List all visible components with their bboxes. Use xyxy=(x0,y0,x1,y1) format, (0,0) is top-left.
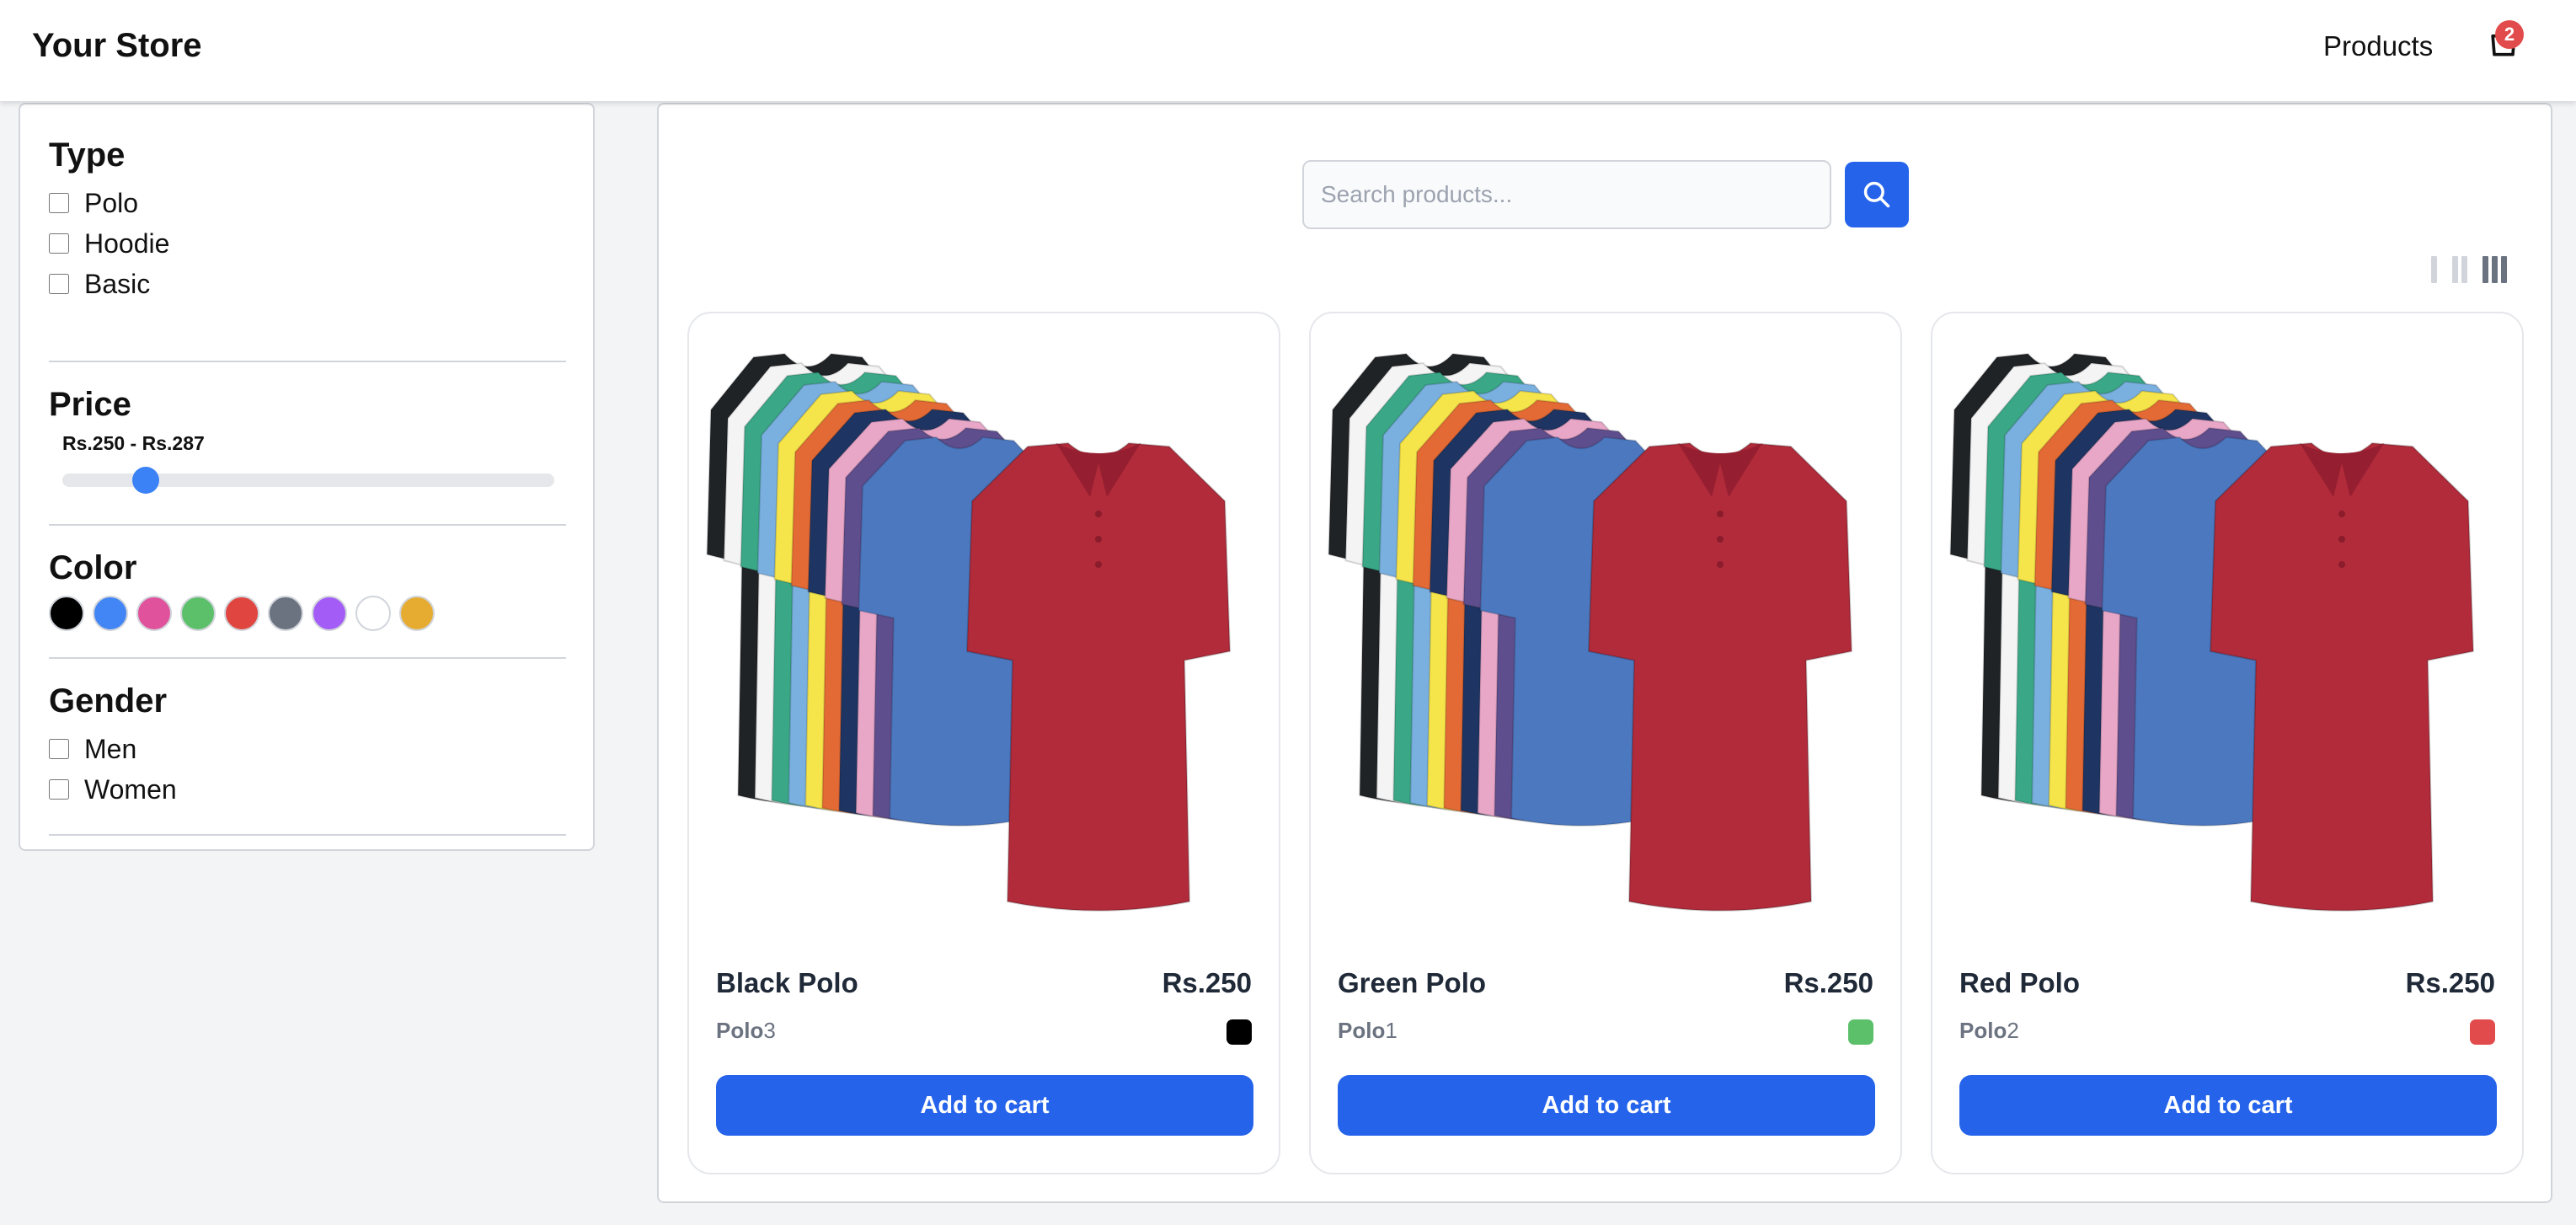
type-option-basic[interactable]: Basic xyxy=(49,264,566,304)
product-price: Rs.250 xyxy=(2405,967,2495,998)
search-button[interactable] xyxy=(1845,162,1909,227)
product-sku: Polo1 xyxy=(1338,1018,1398,1044)
nav-products-link[interactable]: Products xyxy=(2323,30,2433,62)
filter-sidebar: Type Polo Hoodie Basic Price Rs.250 - Rs… xyxy=(19,103,595,851)
top-navbar: Your Store Products 2 xyxy=(0,0,2576,101)
product-sku-number: 1 xyxy=(1385,1018,1398,1043)
type-basic-checkbox[interactable] xyxy=(49,274,69,294)
price-slider-thumb[interactable] xyxy=(132,467,160,494)
type-polo-checkbox[interactable] xyxy=(49,193,69,213)
type-option-polo[interactable]: Polo xyxy=(49,183,566,223)
polo-button-shape xyxy=(2338,536,2345,543)
price-filter-title: Price xyxy=(49,386,131,423)
search-input[interactable] xyxy=(1302,160,1831,229)
product-card: Red Polo Rs.250 Polo2 Add to cart xyxy=(1931,312,2524,1174)
polo-button-shape xyxy=(2338,511,2345,517)
product-color-dot xyxy=(1227,1019,1252,1045)
type-filter: Type Polo Hoodie Basic xyxy=(49,136,566,362)
gender-women-checkbox[interactable] xyxy=(49,779,69,800)
product-price: Rs.250 xyxy=(1162,967,1252,998)
color-swatch[interactable] xyxy=(49,596,84,631)
product-card: Black Polo Rs.250 Polo3 Add to cart xyxy=(687,312,1280,1174)
product-sku-number: 2 xyxy=(2007,1018,2019,1043)
search-icon xyxy=(1863,181,1890,208)
product-type: Polo xyxy=(716,1018,764,1043)
color-swatch[interactable] xyxy=(355,596,391,631)
store-brand[interactable]: Your Store xyxy=(32,27,202,65)
color-swatch[interactable] xyxy=(93,596,128,631)
product-sku: Polo3 xyxy=(716,1018,776,1044)
color-filter: Color xyxy=(49,526,566,659)
color-swatch[interactable] xyxy=(136,596,172,631)
product-color-dot xyxy=(1848,1019,1873,1045)
polo-button-shape xyxy=(2338,561,2345,568)
price-range-label: Rs.250 - Rs.287 xyxy=(62,432,205,454)
product-type: Polo xyxy=(1338,1018,1386,1043)
polo-button-shape xyxy=(1717,511,1724,517)
product-type: Polo xyxy=(1959,1018,2007,1043)
price-slider[interactable] xyxy=(62,467,554,494)
product-sku: Polo2 xyxy=(1959,1018,2019,1044)
color-swatch[interactable] xyxy=(312,596,347,631)
polo-button-shape xyxy=(1095,561,1102,568)
add-to-cart-button[interactable]: Add to cart xyxy=(1338,1075,1875,1136)
gender-women-label: Women xyxy=(84,773,177,805)
polo-button-shape xyxy=(1095,511,1102,517)
product-name[interactable]: Green Polo xyxy=(1338,967,1486,999)
type-hoodie-checkbox[interactable] xyxy=(49,233,69,254)
product-color-dot xyxy=(2470,1019,2495,1045)
color-swatch[interactable] xyxy=(180,596,216,631)
product-card: Green Polo Rs.250 Polo1 Add to cart xyxy=(1309,312,1902,1174)
add-to-cart-button[interactable]: Add to cart xyxy=(716,1075,1253,1136)
gender-option-men[interactable]: Men xyxy=(49,729,566,769)
product-name[interactable]: Red Polo xyxy=(1959,967,2080,999)
gender-men-label: Men xyxy=(84,733,137,764)
product-image[interactable] xyxy=(1946,347,2509,912)
polo-button-shape xyxy=(1717,536,1724,543)
type-filter-title: Type xyxy=(49,136,126,174)
gender-option-women[interactable]: Women xyxy=(49,769,566,810)
product-name[interactable]: Black Polo xyxy=(716,967,858,999)
color-swatch[interactable] xyxy=(224,596,259,631)
polo-button-shape xyxy=(1095,536,1102,543)
grid-2-columns-icon[interactable] xyxy=(2452,256,2467,283)
add-to-cart-button[interactable]: Add to cart xyxy=(1959,1075,2497,1136)
polo-button-shape xyxy=(1717,561,1724,568)
grid-3-columns-icon[interactable] xyxy=(2482,256,2507,283)
gender-filter: Gender Men Women xyxy=(49,659,566,836)
color-filter-title: Color xyxy=(49,549,137,586)
product-panel: Black Polo Rs.250 Polo3 Add to cart Gree… xyxy=(657,103,2552,1203)
gender-men-checkbox[interactable] xyxy=(49,739,69,759)
product-image[interactable] xyxy=(703,347,1265,912)
product-image[interactable] xyxy=(1324,347,1887,912)
grid-layout-toggle xyxy=(2431,256,2507,283)
product-sku-number: 3 xyxy=(763,1018,776,1043)
grid-1-column-icon[interactable] xyxy=(2431,256,2437,283)
product-price: Rs.250 xyxy=(1783,967,1873,998)
type-basic-label: Basic xyxy=(84,268,151,299)
type-polo-label: Polo xyxy=(84,187,139,218)
color-swatch[interactable] xyxy=(268,596,303,631)
color-swatches xyxy=(49,596,566,631)
type-hoodie-label: Hoodie xyxy=(84,227,170,259)
type-option-hoodie[interactable]: Hoodie xyxy=(49,223,566,264)
gender-filter-title: Gender xyxy=(49,682,168,719)
price-filter: Price Rs.250 - Rs.287 xyxy=(49,362,566,526)
cart-count-badge: 2 xyxy=(2495,20,2524,49)
color-swatch[interactable] xyxy=(399,596,435,631)
